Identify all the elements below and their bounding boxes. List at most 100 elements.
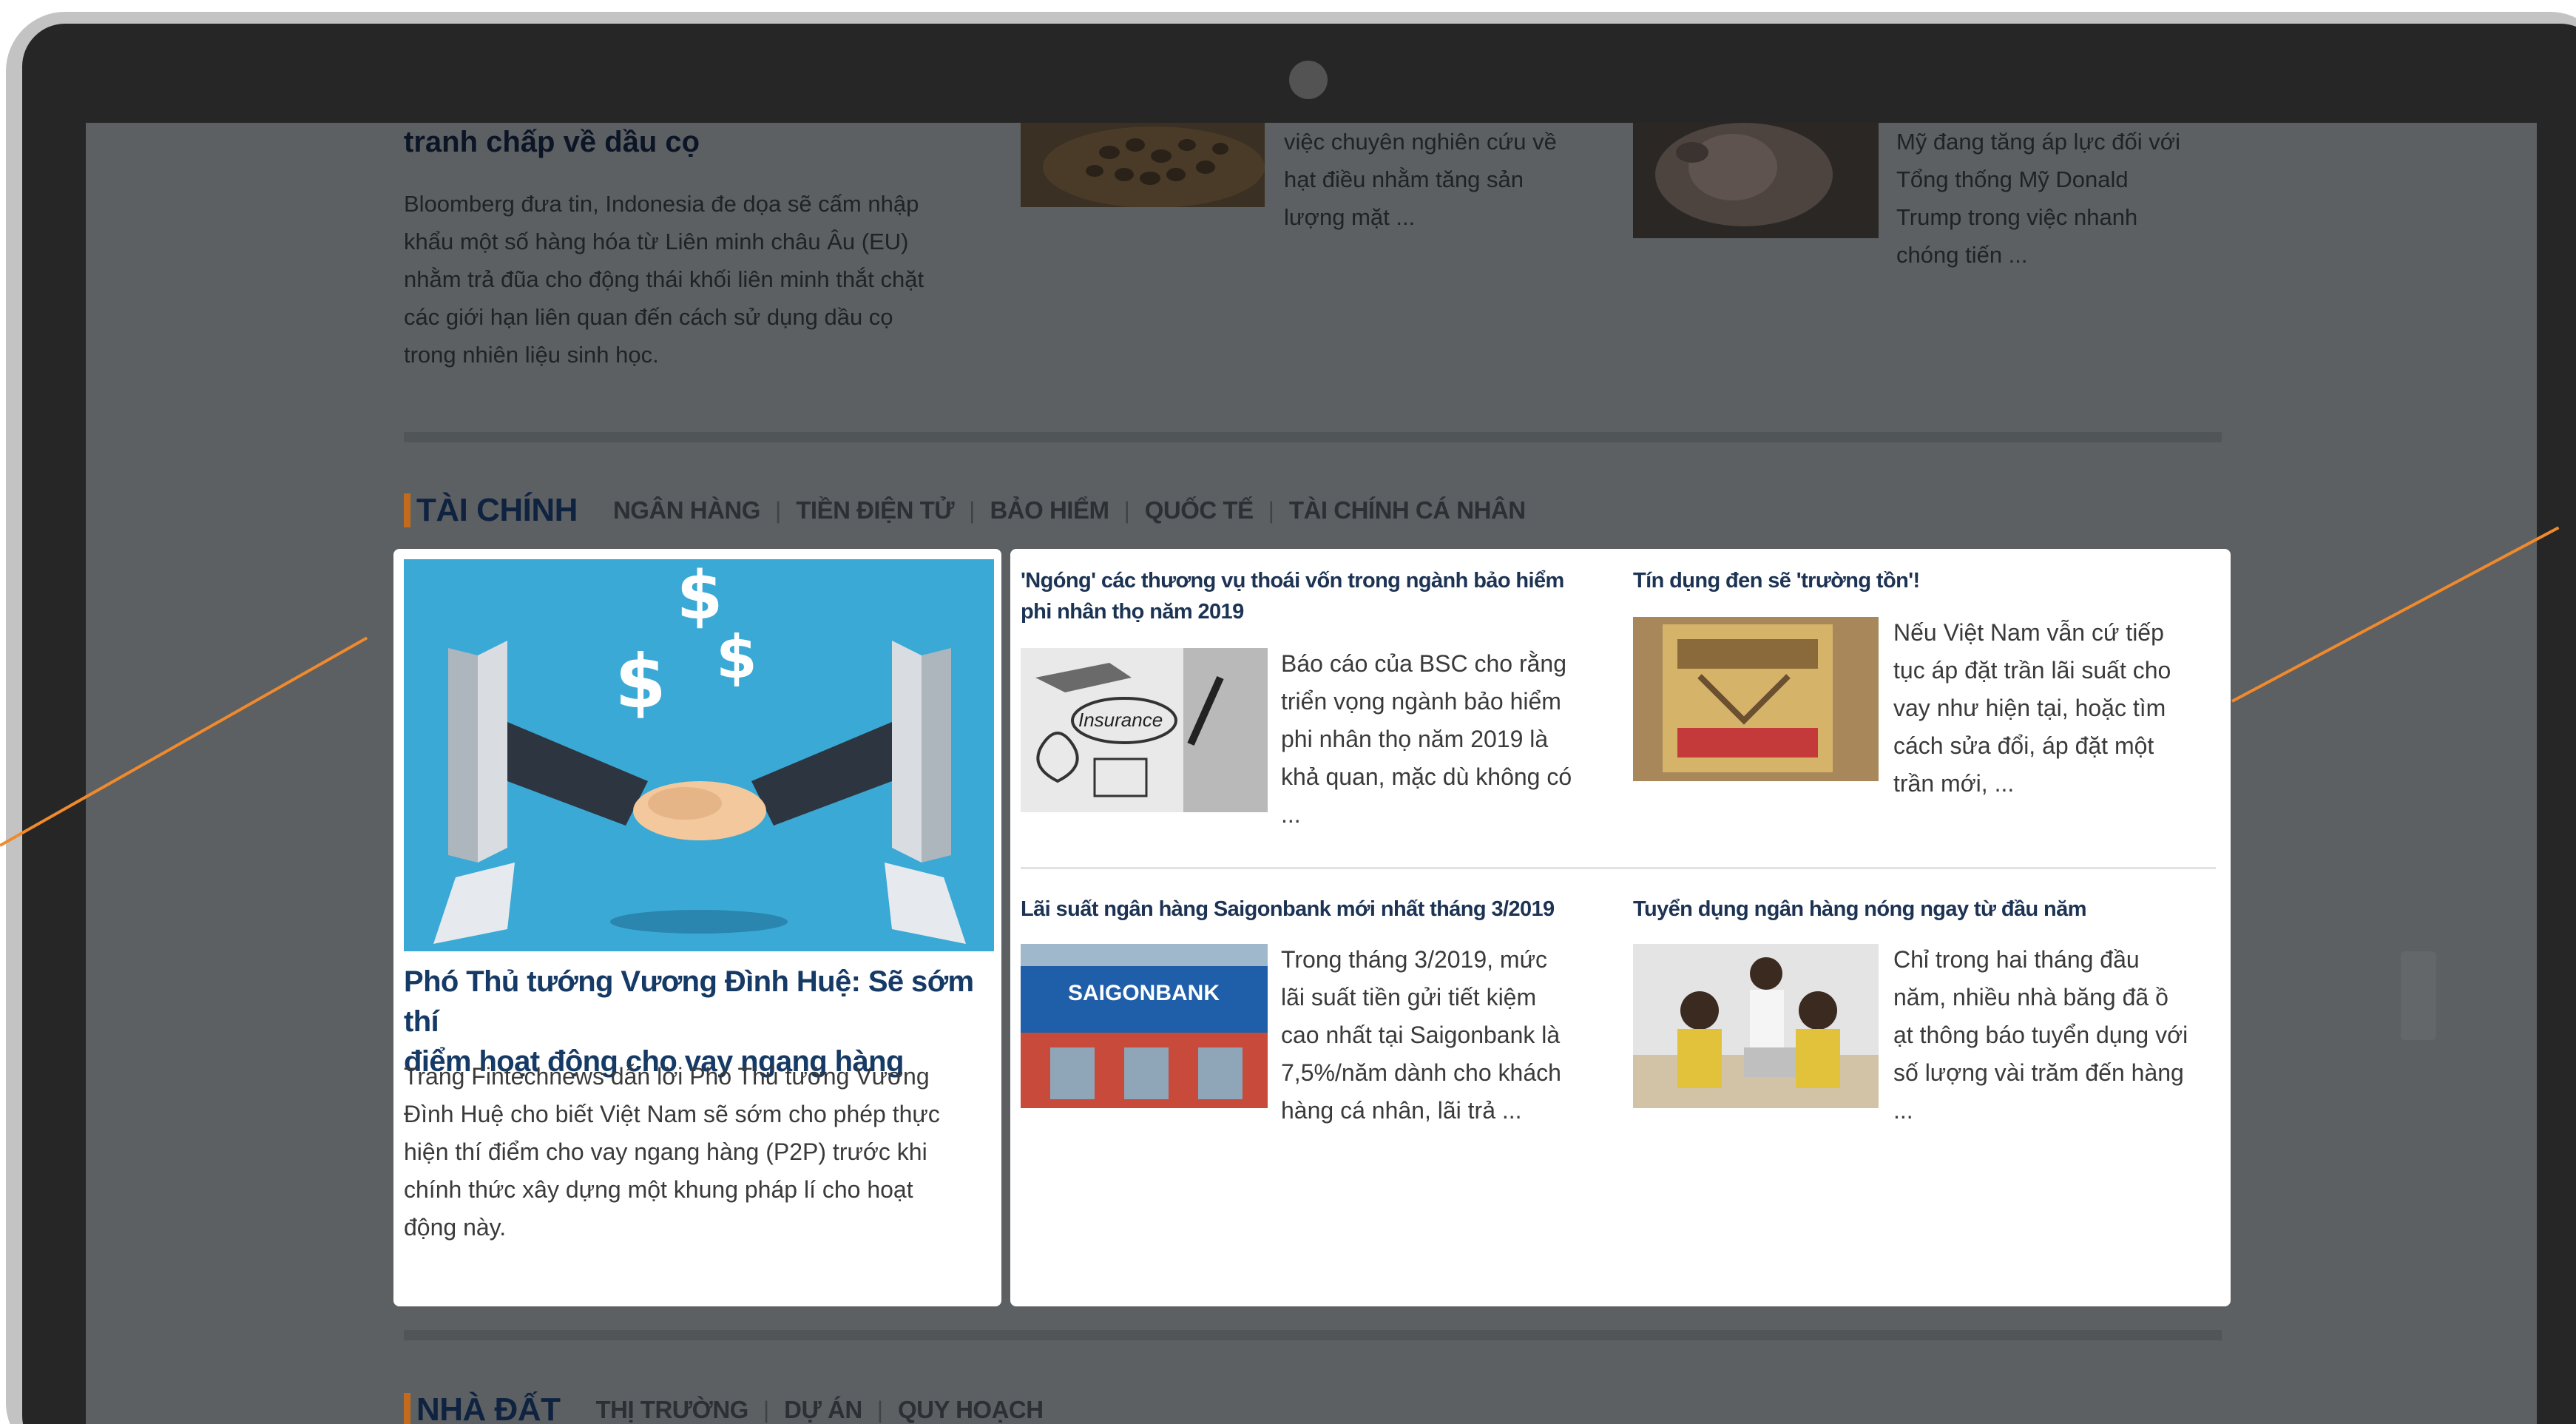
title-line: 'Ngóng' các thương vụ thoái vốn trong ng… bbox=[1021, 569, 1564, 593]
summary-line: Trump trong việc nhanh bbox=[1896, 204, 2138, 230]
grid-divider bbox=[1021, 867, 2216, 869]
summary-line: lãi suất tiền gửi tiết kiệm bbox=[1281, 984, 1537, 1010]
article-thumbnail[interactable] bbox=[1633, 617, 1879, 781]
title-line: phi nhân thọ năm 2019 bbox=[1021, 600, 1244, 624]
summary-line: Đình Huệ cho biết Việt Nam sẽ sớm cho ph… bbox=[404, 1101, 940, 1127]
article-thumbnail[interactable] bbox=[1021, 123, 1265, 207]
camera-icon bbox=[1289, 61, 1328, 99]
summary-line: việc chuyên nghiên cứu về bbox=[1284, 129, 1557, 155]
summary-line: hàng cá nhân, lãi trả ... bbox=[1281, 1097, 1522, 1124]
title-line: Tín dụng đen sẽ 'trường tồn'! bbox=[1633, 569, 1920, 593]
nav-separator: | bbox=[1268, 496, 1274, 524]
summary-line: ... bbox=[1893, 1097, 1913, 1124]
nav-separator: | bbox=[763, 1396, 770, 1423]
summary-line: tục áp đặt trần lãi suất cho bbox=[1893, 657, 2171, 684]
featured-article-card[interactable]: $ $ $ Phó Thủ tướng Vương Đình Huệ: Sẽ s… bbox=[393, 549, 1001, 1306]
summary-line: Chỉ trong hai tháng đầu bbox=[1893, 946, 2140, 973]
summary-line: năm, nhiều nhà băng đã ồ bbox=[1893, 984, 2168, 1010]
summary-line: các giới hạn liên quan đến cách sử dụng … bbox=[404, 304, 893, 330]
thumbnail-caption: SAIGONBANK bbox=[1068, 981, 1220, 1005]
summary-line: Trang Fintechnews dẫn lời Phó Thủ tướng … bbox=[404, 1063, 930, 1090]
summary-line: cách sửa đổi, áp đặt một bbox=[1893, 732, 2154, 759]
summary-line: số lượng vài trăm đến hàng bbox=[1893, 1059, 2184, 1086]
summary-line: Nếu Việt Nam vẫn cứ tiếp bbox=[1893, 619, 2164, 646]
article-grid-card: 'Ngóng' các thương vụ thoái vốn trong ng… bbox=[1010, 549, 2231, 1306]
article-summary: việc chuyên nghiên cứu về hạt điều nhằm … bbox=[1284, 123, 1557, 236]
subcategory-international[interactable]: QUỐC TẾ bbox=[1145, 496, 1254, 524]
article-title[interactable]: Tuyển dụng ngân hàng nóng ngay từ đầu nă… bbox=[1633, 894, 2086, 925]
browser-screen: tranh chấp về dầu cọ Bloomberg đưa tin, … bbox=[86, 123, 2537, 1424]
article-summary: Mỹ đang tăng áp lực đối với Tổng thống M… bbox=[1896, 123, 2180, 274]
svg-text:$: $ bbox=[716, 623, 757, 692]
summary-line: khẩu một số hàng hóa từ Liên minh châu Â… bbox=[404, 229, 909, 254]
article-title[interactable]: 'Ngóng' các thương vụ thoái vốn trong ng… bbox=[1021, 565, 1564, 627]
featured-image[interactable]: $ $ $ bbox=[404, 559, 994, 951]
article-title[interactable]: Tín dụng đen sẽ 'trường tồn'! bbox=[1633, 565, 1920, 596]
svg-text:$: $ bbox=[615, 638, 666, 725]
title-line: Phó Thủ tướng Vương Đình Huệ: Sẽ sớm thí bbox=[404, 965, 974, 1038]
summary-line: Bloomberg đưa tin, Indonesia đe dọa sẽ c… bbox=[404, 191, 919, 217]
nav-separator: | bbox=[774, 496, 782, 524]
summary-line: hạt điều nhằm tăng sản bbox=[1284, 166, 1524, 192]
summary-line: lượng mặt ... bbox=[1284, 204, 1416, 230]
summary-line: cao nhất tại Saigonbank là bbox=[1281, 1022, 1561, 1048]
summary-line: nhằm trả đũa cho động thái khối liên min… bbox=[404, 266, 924, 292]
summary-line: trong nhiên liệu sinh học. bbox=[404, 342, 659, 368]
summary-line: chính thức xây dựng một khung pháp lí ch… bbox=[404, 1176, 913, 1203]
summary-line: ạt thông báo tuyển dụng với bbox=[1893, 1022, 2188, 1048]
summary-line: trần mới, ... bbox=[1893, 770, 2015, 797]
category-title-finance[interactable]: TÀI CHÍNH bbox=[416, 492, 578, 529]
loan-sign-image bbox=[1633, 617, 1879, 781]
category-nav: TÀI CHÍNH NGÂN HÀNG | TIỀN ĐIỆN TỬ | BẢO… bbox=[404, 488, 1526, 533]
summary-line: phi nhân thọ năm 2019 là bbox=[1281, 726, 1549, 752]
article-thumbnail[interactable]: Insurance bbox=[1021, 648, 1268, 812]
article-thumbnail[interactable] bbox=[1633, 944, 1879, 1108]
article-thumbnail[interactable] bbox=[1633, 123, 1879, 238]
subcategory-planning[interactable]: QUY HOẠCH bbox=[898, 1396, 1044, 1424]
saigonbank-image bbox=[1021, 944, 1268, 1108]
recruitment-image bbox=[1633, 944, 1879, 1108]
subcategory-crypto[interactable]: TIỀN ĐIỆN TỬ bbox=[796, 496, 954, 524]
thumbnail-caption: Insurance bbox=[1078, 709, 1163, 731]
carousel-next-button[interactable] bbox=[2401, 951, 2436, 1040]
category-marker bbox=[404, 1393, 410, 1424]
article-summary: Nếu Việt Nam vẫn cứ tiếp tục áp đặt trần… bbox=[1893, 614, 2171, 803]
summary-line: triển vọng ngành bảo hiểm bbox=[1281, 688, 1561, 715]
article-summary: Báo cáo của BSC cho rằng triển vọng ngàn… bbox=[1281, 645, 1572, 834]
category-title-real-estate[interactable]: NHÀ ĐẤT bbox=[416, 1391, 561, 1424]
subcategory-insurance[interactable]: BẢO HIỂM bbox=[990, 496, 1109, 524]
nav-separator: | bbox=[1123, 496, 1130, 524]
pig-image bbox=[1633, 123, 1879, 238]
summary-line: Báo cáo của BSC cho rằng bbox=[1281, 650, 1567, 677]
article-summary: Bloomberg đưa tin, Indonesia đe dọa sẽ c… bbox=[404, 185, 924, 374]
article-thumbnail[interactable]: SAIGONBANK bbox=[1021, 944, 1268, 1108]
article-title[interactable]: tranh chấp về dầu cọ bbox=[404, 126, 700, 159]
nav-separator: | bbox=[969, 496, 976, 524]
nav-separator: | bbox=[876, 1396, 883, 1423]
article-summary: Chỉ trong hai tháng đầu năm, nhiều nhà b… bbox=[1893, 941, 2188, 1130]
cashew-image bbox=[1021, 123, 1265, 207]
article-title[interactable]: Lãi suất ngân hàng Saigonbank mới nhất t… bbox=[1021, 894, 1555, 925]
summary-line: Trong tháng 3/2019, mức bbox=[1281, 946, 1547, 973]
summary-line: Mỹ đang tăng áp lực đối với bbox=[1896, 129, 2181, 155]
summary-line: vay như hiện tại, hoặc tìm bbox=[1893, 695, 2166, 721]
summary-line: Tổng thống Mỹ Donald bbox=[1896, 166, 2129, 192]
subcategory-personal-finance[interactable]: TÀI CHÍNH CÁ NHÂN bbox=[1289, 496, 1526, 524]
handshake-illustration: $ $ $ bbox=[404, 559, 994, 951]
title-line: Tuyển dụng ngân hàng nóng ngay từ đầu nă… bbox=[1633, 897, 2086, 921]
section-divider bbox=[404, 432, 2222, 442]
category-nav: NHÀ ĐẤT THỊ TRƯỜNG | DỰ ÁN | QUY HOẠCH bbox=[404, 1388, 1044, 1424]
category-marker bbox=[404, 493, 410, 527]
summary-line: chóng tiến ... bbox=[1896, 242, 2028, 268]
summary-line: ... bbox=[1281, 801, 1301, 828]
featured-summary: Trang Fintechnews dẫn lời Phó Thủ tướng … bbox=[404, 1058, 995, 1246]
summary-line: động này. bbox=[404, 1214, 507, 1241]
section-divider bbox=[404, 1330, 2222, 1340]
subcategory-market[interactable]: THỊ TRƯỜNG bbox=[595, 1396, 748, 1424]
article-summary: Trong tháng 3/2019, mức lãi suất tiền gử… bbox=[1281, 941, 1561, 1130]
subcategory-projects[interactable]: DỰ ÁN bbox=[784, 1396, 862, 1424]
subcategory-banking[interactable]: NGÂN HÀNG bbox=[613, 496, 761, 524]
summary-line: khả quan, mặc dù không có bbox=[1281, 763, 1572, 790]
summary-line: 7,5%/năm dành cho khách bbox=[1281, 1059, 1561, 1086]
summary-line: hiện thí điểm cho vay ngang hàng (P2P) t… bbox=[404, 1138, 927, 1165]
